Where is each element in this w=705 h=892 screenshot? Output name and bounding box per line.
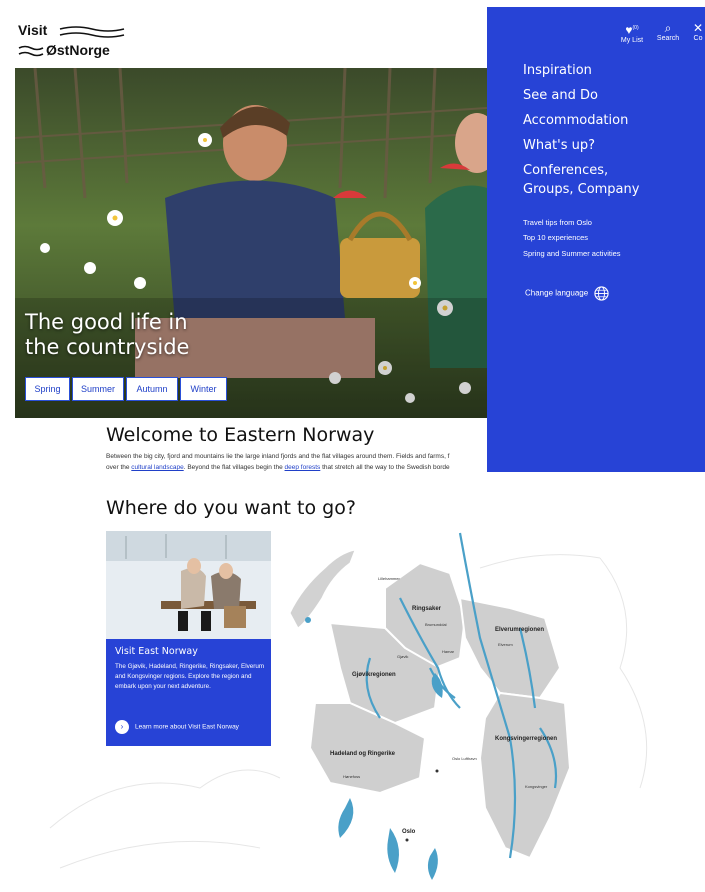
town-gjovik: Gjøvik (397, 654, 408, 659)
chevron-right-icon: › (115, 720, 129, 734)
town-elverum: Elverum (498, 642, 513, 647)
menu-item-conferences[interactable]: Conferences, Groups, Company (523, 161, 639, 199)
logo-text-visit: Visit (18, 22, 48, 38)
town-honefoss: Hønefoss (343, 774, 360, 779)
my-list-label: My List (620, 37, 644, 44)
menu-item-inspiration[interactable]: Inspiration (523, 61, 592, 80)
intro-line2-pre: over the (106, 464, 132, 471)
change-language-button[interactable]: Change language (525, 286, 610, 301)
norway-inset (289, 549, 356, 629)
card-title: Visit East Norway (115, 646, 198, 657)
menu-item-whats-up[interactable]: What's up? (523, 136, 595, 155)
hero-title: The good life in the countryside (25, 310, 265, 360)
label-hadeland-ringerike: Hadeland og Ringerike (330, 751, 396, 757)
change-language-label: Change language (525, 288, 589, 298)
intro-line2-post: that stretch all the way to the Swedish … (320, 464, 450, 471)
deep-forests-link[interactable]: deep forests (285, 464, 321, 471)
my-list-button[interactable]: ♥(0) My List (617, 21, 647, 44)
close-label: Co (693, 35, 703, 42)
welcome-heading: Welcome to Eastern Norway (106, 424, 375, 446)
menu-item-accommodation[interactable]: Accommodation (523, 111, 628, 130)
where-heading: Where do you want to go? (106, 497, 356, 519)
card-description: The Gjøvik, Hadeland, Ringerike, Ringsak… (115, 663, 265, 690)
label-kongsvingerregionen: Kongsvingerregionen (495, 736, 557, 742)
hero-banner: The good life in the countryside Spring … (15, 68, 487, 418)
season-button-summer[interactable]: Summer (72, 377, 124, 401)
heart-icon: ♥(0) (625, 23, 639, 37)
logo-waves-icon (59, 26, 125, 38)
menu-item-conferences-line1: Conferences, (523, 163, 609, 178)
hero-title-line1: The good life in (25, 310, 188, 334)
search-label: Search (656, 35, 680, 42)
hero-title-line2: the countryside (25, 335, 190, 359)
search-button[interactable]: ⌕ Search (653, 21, 683, 42)
card-photo (106, 531, 271, 639)
label-gjovikregionen: Gjøvikregionen (352, 672, 396, 678)
close-button[interactable]: ✕ Co (691, 21, 705, 42)
my-list-count: (0) (632, 25, 639, 31)
season-button-winter[interactable]: Winter (180, 377, 227, 401)
town-hamar: Hamar (442, 649, 455, 654)
logo-text-ostnorge: ØstNorge (46, 42, 110, 58)
visit-east-norway-card[interactable]: Visit East Norway The Gjøvik, Hadeland, … (106, 531, 271, 746)
learn-more-label: Learn more about Visit East Norway (135, 723, 239, 731)
season-button-autumn[interactable]: Autumn (126, 377, 178, 401)
globe-icon (594, 286, 610, 301)
season-button-spring[interactable]: Spring (25, 377, 70, 401)
town-lillehammer: Lillehammer (378, 576, 400, 581)
submenu-top-10[interactable]: Top 10 experiences (523, 233, 588, 242)
learn-more-link[interactable]: › Learn more about Visit East Norway (115, 720, 239, 734)
visit-ostnorge-logo[interactable]: Visit ØstNorge (18, 22, 138, 62)
hero-photo (15, 68, 487, 418)
submenu-travel-tips[interactable]: Travel tips from Oslo (523, 218, 592, 227)
search-icon: ⌕ (664, 21, 672, 35)
town-kongsvinger: Kongsvinger (525, 784, 548, 789)
town-oslo-airport: Oslo Lufthavn (452, 756, 477, 761)
town-brumunddal: Brumunddal (425, 622, 447, 627)
town-oslo: Oslo (402, 829, 416, 835)
logo-waves-left-icon (18, 45, 44, 57)
label-ringsaker: Ringsaker (412, 606, 442, 612)
intro-line1: Between the big city, fjord and mountain… (106, 453, 450, 460)
menu-item-conferences-line2: Groups, Company (523, 182, 640, 197)
label-elverumregionen: Elverumregionen (495, 627, 544, 633)
navigation-menu-panel: ♥(0) My List ⌕ Search ✕ Co Inspiration S… (487, 7, 705, 472)
close-icon: ✕ (692, 21, 704, 35)
submenu-spring-summer[interactable]: Spring and Summer activities (523, 249, 621, 258)
menu-item-see-and-do[interactable]: See and Do (523, 86, 598, 105)
welcome-intro-text: Between the big city, fjord and mountain… (106, 451, 486, 473)
intro-line2-mid: . Beyond the flat villages begin the (183, 464, 285, 471)
cultural-landscape-link[interactable]: cultural landscape (131, 464, 183, 471)
